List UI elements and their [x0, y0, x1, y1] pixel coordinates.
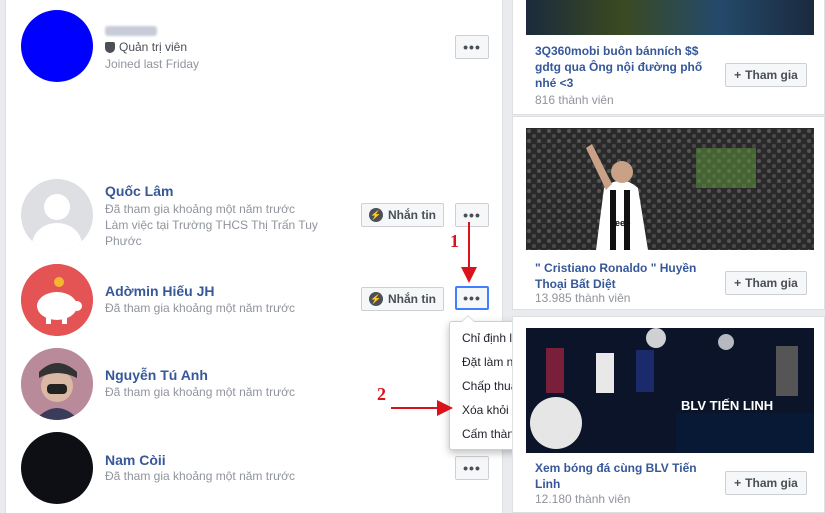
shield-icon: [105, 41, 115, 53]
more-options-button-active[interactable]: •••: [455, 286, 489, 310]
more-options-button[interactable]: •••: [455, 203, 489, 227]
member-name[interactable]: Nguyễn Tú Anh: [105, 367, 208, 383]
member-row: Quốc Lâm Đã tham gia khoảng một năm trướ…: [6, 177, 504, 257]
group-card: 3Q360mobi buôn bánních $$ gdtg qua Ông n…: [512, 0, 825, 115]
default-avatar-icon: [32, 194, 82, 251]
member-info: Đã tham gia khoảng một năm trước Làm việ…: [105, 201, 345, 249]
group-member-count: 816 thành viên: [535, 93, 614, 107]
join-date: Đã tham gia khoảng một năm trước: [105, 385, 295, 399]
join-date: Đã tham gia khoảng một năm trước: [105, 469, 295, 483]
messenger-icon: ⚡: [369, 208, 383, 222]
group-cover-image[interactable]: Jeep: [526, 128, 814, 250]
banner-title: BLV TIẾN LINH: [681, 398, 774, 413]
avatar[interactable]: [21, 179, 93, 251]
join-date: Đã tham gia khoảng một năm trước: [105, 202, 295, 216]
suggested-groups-panel: 3Q360mobi buôn bánních $$ gdtg qua Ông n…: [512, 0, 825, 513]
member-row: Nguyễn Tú Anh Đã tham gia khoảng một năm…: [6, 346, 504, 426]
group-card: Jeep " Cristiano Ronaldo " Huyền Thoại B…: [512, 116, 825, 310]
join-group-button[interactable]: + Tham gia: [725, 63, 807, 87]
annotation-step-2: 2: [377, 384, 386, 404]
photo-avatar-icon: [21, 348, 93, 420]
avatar[interactable]: [21, 10, 93, 82]
more-options-button[interactable]: •••: [455, 35, 489, 59]
avatar[interactable]: [21, 348, 93, 420]
avatar[interactable]: [21, 264, 93, 336]
group-cover-image[interactable]: [526, 0, 814, 35]
plus-icon: +: [734, 68, 742, 82]
member-name[interactable]: Adờmin Hiếu JH: [105, 283, 215, 299]
admin-role: Quản trị viên: [105, 40, 187, 54]
more-options-button[interactable]: •••: [455, 456, 489, 480]
group-name[interactable]: " Cristiano Ronaldo " Huyền Thoại Bất Di…: [535, 260, 705, 292]
join-date: Đã tham gia khoảng một năm trước: [105, 301, 295, 315]
group-cover-image[interactable]: BLV TIẾN LINH: [526, 328, 814, 453]
message-label: Nhắn tin: [388, 292, 436, 306]
message-button[interactable]: ⚡ Nhắn tin: [361, 203, 444, 227]
member-name[interactable]: Nam Còii: [105, 452, 166, 468]
message-label: Nhắn tin: [388, 208, 436, 222]
member-row: Nam Còii Đã tham gia khoảng một năm trướ…: [6, 430, 504, 510]
group-name[interactable]: 3Q360mobi buôn bánních $$ gdtg qua Ông n…: [535, 43, 705, 91]
redacted-name-blur: [105, 26, 157, 36]
plus-icon: +: [734, 476, 742, 490]
group-member-count: 12.180 thành viên: [535, 492, 631, 506]
join-label: Tham gia: [745, 68, 798, 82]
football-banner-icon: [526, 328, 814, 453]
message-button[interactable]: ⚡ Nhắn tin: [361, 287, 444, 311]
group-card: BLV TIẾN LINH Xem bóng đá cùng BLV Tiến …: [512, 316, 825, 513]
group-name[interactable]: Xem bóng đá cùng BLV Tiến Linh: [535, 460, 705, 492]
player-photo-icon: Jeep: [526, 128, 814, 250]
plus-icon: +: [734, 276, 742, 290]
join-label: Tham gia: [745, 476, 798, 490]
annotation-step-1: 1: [450, 231, 459, 251]
join-date: Joined last Friday: [105, 57, 200, 71]
work-info: Làm việc tại Trường THCS Thị Trấn Tuy Ph…: [105, 218, 318, 248]
group-member-count: 13.985 thành viên: [535, 291, 631, 305]
role-label: Quản trị viên: [119, 40, 188, 54]
join-group-button[interactable]: + Tham gia: [725, 471, 807, 495]
svg-text:Jeep: Jeep: [610, 218, 631, 228]
members-panel: Quản trị viên Joined last Friday ••• Quố…: [5, 0, 503, 513]
messenger-icon: ⚡: [369, 292, 383, 306]
member-row: Adờmin Hiếu JH Đã tham gia khoảng một nă…: [6, 262, 504, 342]
member-row: Quản trị viên Joined last Friday •••: [6, 8, 504, 88]
join-group-button[interactable]: + Tham gia: [725, 271, 807, 295]
join-label: Tham gia: [745, 276, 798, 290]
member-name-redacted[interactable]: [105, 23, 165, 36]
piggy-bank-avatar-icon: [21, 264, 93, 336]
avatar[interactable]: [21, 432, 93, 504]
member-name[interactable]: Quốc Lâm: [105, 183, 173, 199]
